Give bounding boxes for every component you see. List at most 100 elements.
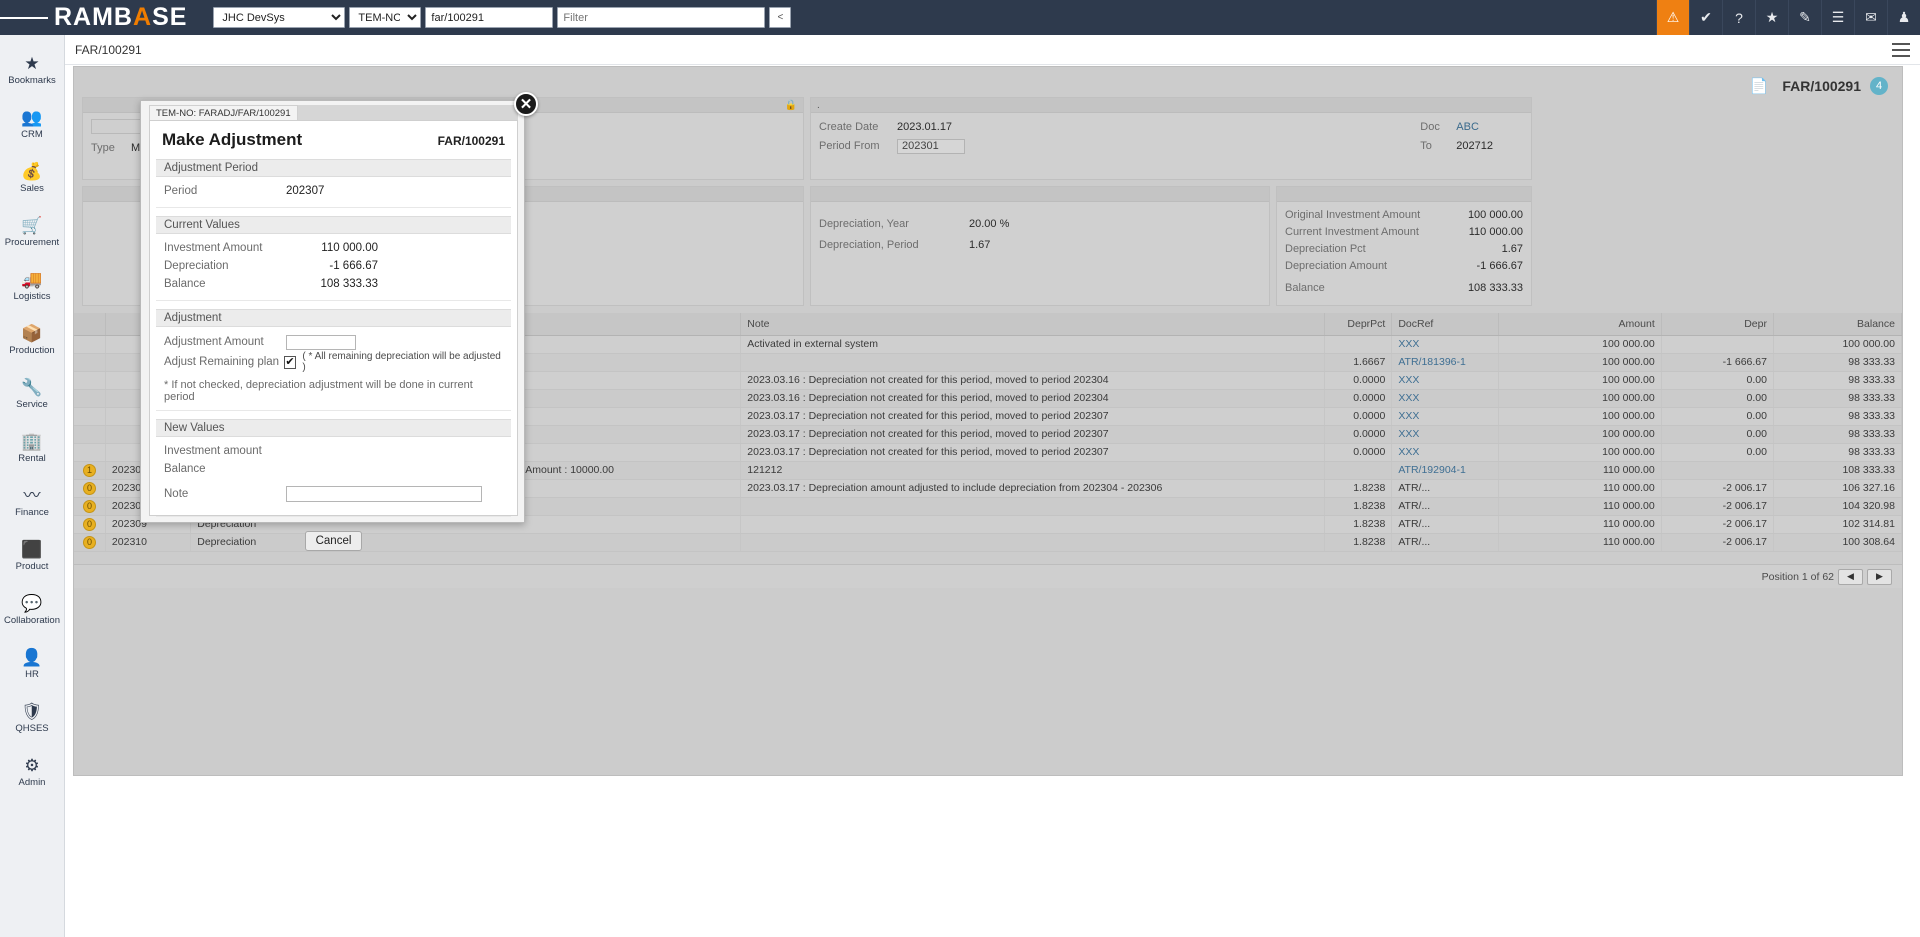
main-menu-icon[interactable] <box>0 0 48 35</box>
cell-docref: XXX <box>1392 389 1499 407</box>
period-from-value[interactable]: 202301 <box>897 139 965 154</box>
adjust-remaining-plan-checkbox[interactable]: ✔ <box>284 356 297 369</box>
sidebar-item-label: Bookmarks <box>8 75 56 86</box>
document-type-select[interactable]: TEM-NO <box>349 7 421 28</box>
position-text: Position 1 of 62 <box>1762 571 1834 583</box>
column-docref[interactable]: DocRef <box>1392 313 1499 335</box>
close-icon[interactable]: ✕ <box>514 92 538 116</box>
column-balance[interactable]: Balance <box>1773 313 1901 335</box>
people-icon: 👥 <box>21 108 42 127</box>
cell-depr: 0.00 <box>1661 443 1773 461</box>
help-icon[interactable]: ? <box>1722 0 1755 35</box>
page-title: FAR/100291 <box>75 43 142 57</box>
cell-status <box>74 389 105 407</box>
cell-depr: -2 006.17 <box>1661 497 1773 515</box>
cell-docref: XXX <box>1392 443 1499 461</box>
cell-note: 2023.03.17 : Depreciation not created fo… <box>741 425 1325 443</box>
user-icon[interactable]: ♟ <box>1887 0 1920 35</box>
cell-depr: -2 006.17 <box>1661 515 1773 533</box>
cell-docref: ATR/... <box>1392 515 1499 533</box>
next-page-button[interactable]: ▶ <box>1867 569 1892 585</box>
sidebar-item-collaboration[interactable]: 💬 Collaboration <box>0 583 65 637</box>
context-menu-icon[interactable] <box>1892 41 1910 59</box>
document-number-input[interactable] <box>425 7 553 28</box>
note-input[interactable] <box>286 486 482 502</box>
cell-status <box>74 425 105 443</box>
adjustment-amount-label: Adjustment Amount <box>164 336 286 348</box>
search-input[interactable] <box>557 7 765 28</box>
sidebar-item-service[interactable]: 🔧 Service <box>0 367 65 421</box>
depreciation-year-label: Depreciation, Year <box>819 216 969 233</box>
cell-deprpct: 1.6667 <box>1324 353 1391 371</box>
sidebar-item-label: Collaboration <box>4 615 60 626</box>
cell-deprpct: 0.0000 <box>1324 407 1391 425</box>
sidebar-item-rental[interactable]: 🏢 Rental <box>0 421 65 475</box>
cell-balance: 98 333.33 <box>1773 389 1901 407</box>
column-status[interactable] <box>74 313 105 335</box>
company-select[interactable]: JHC DevSys <box>213 7 345 28</box>
sidebar-item-crm[interactable]: 👥 CRM <box>0 97 65 151</box>
status-badge: 0 <box>83 536 96 549</box>
mail-icon[interactable]: ✉ <box>1854 0 1887 35</box>
cell-amount: 100 000.00 <box>1498 425 1661 443</box>
to-label: To <box>1420 138 1456 155</box>
money-bag-icon: 💰 <box>21 162 42 181</box>
sidebar-item-label: Finance <box>15 507 49 518</box>
status-badge: 0 <box>83 482 96 495</box>
column-depr[interactable]: Depr <box>1661 313 1773 335</box>
period-label: Period <box>164 185 286 197</box>
column-note[interactable]: Note <box>741 313 1325 335</box>
current-investment-value: 110 000.00 <box>1469 224 1523 241</box>
check-shield-icon[interactable]: ✔ <box>1689 0 1722 35</box>
sidebar-item-qhses[interactable]: 🛡 QHSES <box>0 691 65 745</box>
amounts-panel: Original Investment Amount 100 000.00 Cu… <box>1276 186 1532 306</box>
depreciation-pct-value: 1.67 <box>1502 241 1523 258</box>
sidebar-item-label: QHSES <box>15 723 48 734</box>
application-window: RAMBASE JHC DevSys TEM-NO < ⚠ ✔ ? ★ ✎ ☰ … <box>0 0 1920 937</box>
doc-value[interactable]: ABC <box>1456 119 1479 136</box>
cell-status <box>74 353 105 371</box>
sidebar-item-production[interactable]: 📦 Production <box>0 313 65 367</box>
sidebar-item-label: Rental <box>18 453 45 464</box>
sidebar-item-finance[interactable]: 〰 Finance <box>0 475 65 529</box>
cell-amount: 100 000.00 <box>1498 389 1661 407</box>
attachment-icon[interactable]: ✎ <box>1788 0 1821 35</box>
previous-page-button[interactable]: ◀ <box>1838 569 1863 585</box>
sidebar-item-logistics[interactable]: 🚚 Logistics <box>0 259 65 313</box>
warning-icon[interactable]: ⚠ <box>1656 0 1689 35</box>
dialog-tab[interactable]: TEM-NO: FARADJ/FAR/100291 <box>149 105 298 120</box>
cell-depr: -2 006.17 <box>1661 479 1773 497</box>
cell-amount: 100 000.00 <box>1498 407 1661 425</box>
sidebar-item-label: HR <box>25 669 39 680</box>
sidebar-item-admin[interactable]: ⚙ Admin <box>0 745 65 799</box>
star-icon[interactable]: ★ <box>1755 0 1788 35</box>
adjustment-header: Adjustment <box>156 309 511 327</box>
cell-deprpct: 1.8238 <box>1324 497 1391 515</box>
pdf-icon[interactable]: 📄 <box>1750 77 1769 95</box>
rambase-logo: RAMBASE <box>54 3 187 32</box>
sidebar-item-sales[interactable]: 💰 Sales <box>0 151 65 205</box>
cell-note: 2023.03.17 : Depreciation not created fo… <box>741 407 1325 425</box>
depreciation-value: -1 666.67 <box>286 260 378 272</box>
sidebar-item-bookmarks[interactable]: ★ Bookmarks <box>0 43 65 97</box>
list-icon[interactable]: ☰ <box>1821 0 1854 35</box>
column-deprpct[interactable]: DeprPct <box>1324 313 1391 335</box>
sidebar-item-hr[interactable]: 👤 HR <box>0 637 65 691</box>
column-amount[interactable]: Amount <box>1498 313 1661 335</box>
sidebar-item-procurement[interactable]: 🛒 Procurement <box>0 205 65 259</box>
cell-balance: 100 000.00 <box>1773 335 1901 353</box>
cell-note: 2023.03.16 : Depreciation not created fo… <box>741 389 1325 407</box>
cell-amount: 110 000.00 <box>1498 533 1661 551</box>
amounts-panel-header <box>1277 187 1531 202</box>
adjustment-amount-input[interactable] <box>286 335 356 350</box>
cell-amount: 110 000.00 <box>1498 461 1661 479</box>
cancel-button[interactable]: Cancel <box>305 531 363 551</box>
status-badge: 0 <box>83 518 96 531</box>
dates-panel-header: . <box>811 98 1531 113</box>
collapse-button[interactable]: < <box>769 7 791 28</box>
sidebar-item-product[interactable]: ⬛ Product <box>0 529 65 583</box>
type-label: Type <box>91 140 131 157</box>
cell-status: 0 <box>74 515 105 533</box>
cell-deprpct: 0.0000 <box>1324 371 1391 389</box>
balance-label: Balance <box>164 278 286 290</box>
